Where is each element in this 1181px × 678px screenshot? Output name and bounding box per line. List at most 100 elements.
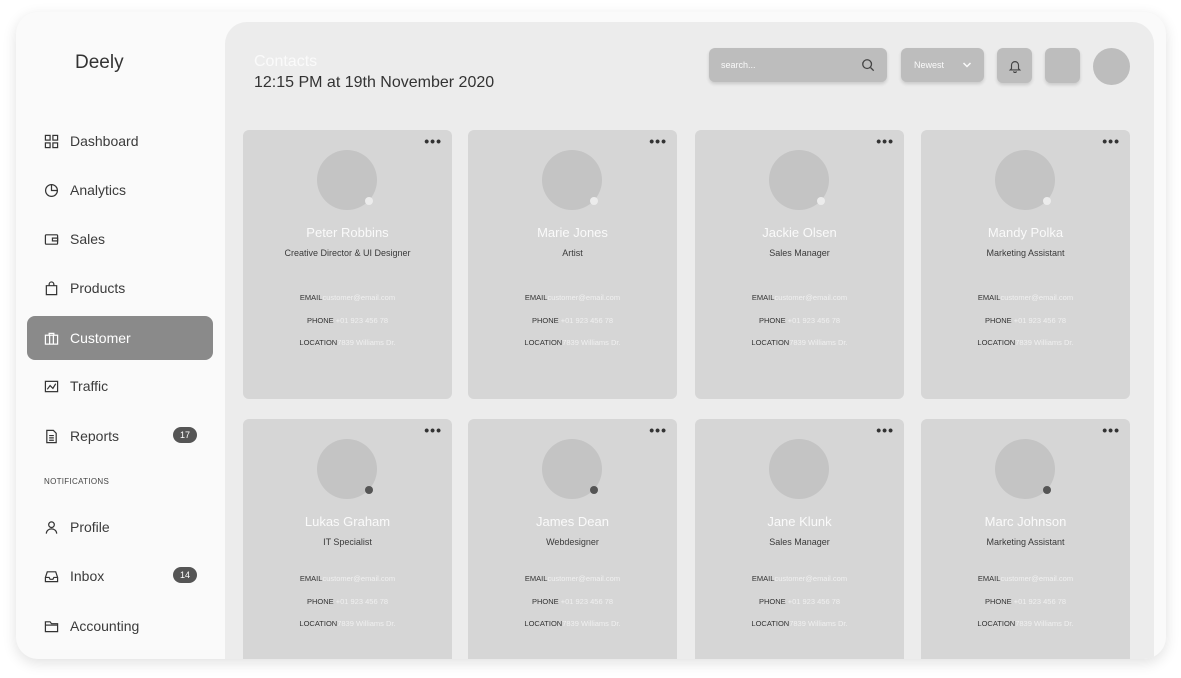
contact-card[interactable]: ••• Lukas Graham IT Specialist EMAILcust…: [243, 419, 452, 659]
sidebar-item-dashboard[interactable]: Dashboard: [27, 119, 213, 163]
contact-email[interactable]: customer@email.com: [322, 293, 395, 302]
sidebar-item-products[interactable]: Products: [27, 266, 213, 310]
main-content: Contacts 12:15 PM at 19th November 2020 …: [225, 22, 1154, 659]
contact-phone[interactable]: +01 923 456 78: [788, 316, 840, 325]
contact-phone[interactable]: +01 923 456 78: [561, 316, 613, 325]
email-label: EMAIL: [299, 293, 323, 302]
sidebar-item-label: Sales: [70, 231, 106, 247]
search-icon[interactable]: [861, 58, 875, 72]
contact-location: 7839 Williams Dr.: [562, 619, 621, 628]
user-icon: [44, 520, 59, 535]
contact-email[interactable]: customer@email.com: [322, 574, 395, 583]
email-label: EMAIL: [977, 293, 1001, 302]
status-indicator: [590, 197, 598, 205]
more-options-icon[interactable]: •••: [876, 423, 894, 437]
contact-card[interactable]: ••• Peter Robbins Creative Director & UI…: [243, 130, 452, 399]
sidebar-item-traffic[interactable]: Traffic: [27, 364, 213, 408]
contact-location: 7839 Williams Dr.: [1015, 338, 1074, 347]
phone-label: PHONE: [531, 597, 559, 606]
phone-label: PHONE: [306, 316, 334, 325]
contact-card[interactable]: ••• James Dean Webdesigner EMAILcustomer…: [468, 419, 677, 659]
contact-phone[interactable]: +01 923 456 78: [561, 597, 613, 606]
location-label: LOCATION: [977, 338, 1016, 347]
more-options-icon[interactable]: •••: [1102, 423, 1120, 437]
more-options-icon[interactable]: •••: [876, 134, 894, 148]
contact-name: James Dean: [536, 514, 609, 529]
more-options-icon[interactable]: •••: [424, 423, 442, 437]
more-options-icon[interactable]: •••: [424, 134, 442, 148]
search-input[interactable]: [721, 56, 851, 74]
bag-icon: [44, 280, 59, 296]
location-label: LOCATION: [524, 338, 563, 347]
location-label: LOCATION: [299, 338, 338, 347]
contact-location-row: LOCATION7839 Williams Dr.: [243, 619, 452, 628]
page-title: Contacts: [254, 53, 318, 70]
contact-phone-row: PHONE +01 923 456 78: [695, 597, 904, 606]
sidebar-item-label: Products: [70, 280, 126, 296]
notifications-button[interactable]: [997, 48, 1032, 83]
contact-card[interactable]: ••• Mandy Polka Marketing Assistant EMAI…: [921, 130, 1130, 399]
contact-location: 7839 Williams Dr.: [337, 619, 396, 628]
contact-name: Marie Jones: [537, 225, 608, 240]
search-box[interactable]: [709, 48, 887, 82]
contact-phone[interactable]: +01 923 456 78: [336, 597, 388, 606]
grid-icon: [44, 134, 59, 149]
sidebar-item-accounting[interactable]: Accounting: [27, 604, 213, 648]
pie-chart-icon: [44, 183, 59, 198]
status-indicator: [365, 197, 373, 205]
bell-icon: [1008, 60, 1021, 73]
brand-logo[interactable]: Deely: [75, 52, 124, 74]
contact-email[interactable]: customer@email.com: [774, 293, 847, 302]
contact-phone-row: PHONE +01 923 456 78: [243, 597, 452, 606]
contact-email[interactable]: customer@email.com: [1000, 293, 1073, 302]
sidebar-item-customer[interactable]: Customer: [27, 316, 213, 360]
contact-phone-row: PHONE +01 923 456 78: [921, 597, 1130, 606]
contact-phone[interactable]: +01 923 456 78: [336, 316, 388, 325]
contact-role: Sales Manager: [769, 248, 830, 258]
contact-phone[interactable]: +01 923 456 78: [1014, 316, 1066, 325]
contact-location: 7839 Williams Dr.: [789, 338, 848, 347]
contact-card[interactable]: ••• Jackie Olsen Sales Manager EMAILcust…: [695, 130, 904, 399]
contact-email[interactable]: customer@email.com: [1000, 574, 1073, 583]
contact-phone[interactable]: +01 923 456 78: [1014, 597, 1066, 606]
contact-role: Webdesigner: [546, 537, 599, 547]
contact-role: Sales Manager: [769, 537, 830, 547]
contact-role: Creative Director & UI Designer: [284, 248, 411, 258]
contact-location: 7839 Williams Dr.: [789, 619, 848, 628]
contact-email[interactable]: customer@email.com: [547, 293, 620, 302]
contact-card[interactable]: ••• Jane Klunk Sales Manager EMAILcustom…: [695, 419, 904, 659]
more-options-icon[interactable]: •••: [1102, 134, 1120, 148]
user-avatar[interactable]: [1093, 48, 1130, 85]
app-window: Deely Dashboard Analytics Sales Products: [16, 12, 1166, 659]
phone-label: PHONE: [758, 597, 786, 606]
sort-dropdown[interactable]: Newest: [901, 48, 984, 82]
contact-phone-row: PHONE +01 923 456 78: [243, 316, 452, 325]
contact-location-row: LOCATION7839 Williams Dr.: [468, 619, 677, 628]
document-icon: [44, 429, 59, 444]
contact-email-row: EMAILcustomer@email.com: [921, 574, 1130, 583]
status-indicator: [590, 486, 598, 494]
location-label: LOCATION: [751, 619, 790, 628]
contact-card[interactable]: ••• Marc Johnson Marketing Assistant EMA…: [921, 419, 1130, 659]
traffic-icon: [44, 379, 59, 394]
contact-card[interactable]: ••• Marie Jones Artist EMAILcustomer@ema…: [468, 130, 677, 399]
contact-name: Peter Robbins: [306, 225, 389, 240]
sidebar-item-reports[interactable]: Reports 17: [27, 414, 213, 458]
more-options-icon[interactable]: •••: [649, 423, 667, 437]
contact-email[interactable]: customer@email.com: [774, 574, 847, 583]
sidebar-item-sales[interactable]: Sales: [27, 217, 213, 261]
contact-email-row: EMAILcustomer@email.com: [921, 293, 1130, 302]
contact-phone-row: PHONE +01 923 456 78: [468, 597, 677, 606]
sidebar-item-profile[interactable]: Profile: [27, 505, 213, 549]
chevron-down-icon: [962, 62, 972, 68]
phone-label: PHONE: [984, 597, 1012, 606]
inbox-count-badge: 14: [173, 567, 197, 583]
sidebar-item-analytics[interactable]: Analytics: [27, 168, 213, 212]
email-label: EMAIL: [751, 293, 775, 302]
contact-email[interactable]: customer@email.com: [547, 574, 620, 583]
more-options-icon[interactable]: •••: [649, 134, 667, 148]
settings-button[interactable]: [1045, 48, 1080, 83]
sidebar-item-inbox[interactable]: Inbox 14: [27, 554, 213, 598]
contact-phone[interactable]: +01 923 456 78: [788, 597, 840, 606]
contact-name: Jane Klunk: [767, 514, 832, 529]
